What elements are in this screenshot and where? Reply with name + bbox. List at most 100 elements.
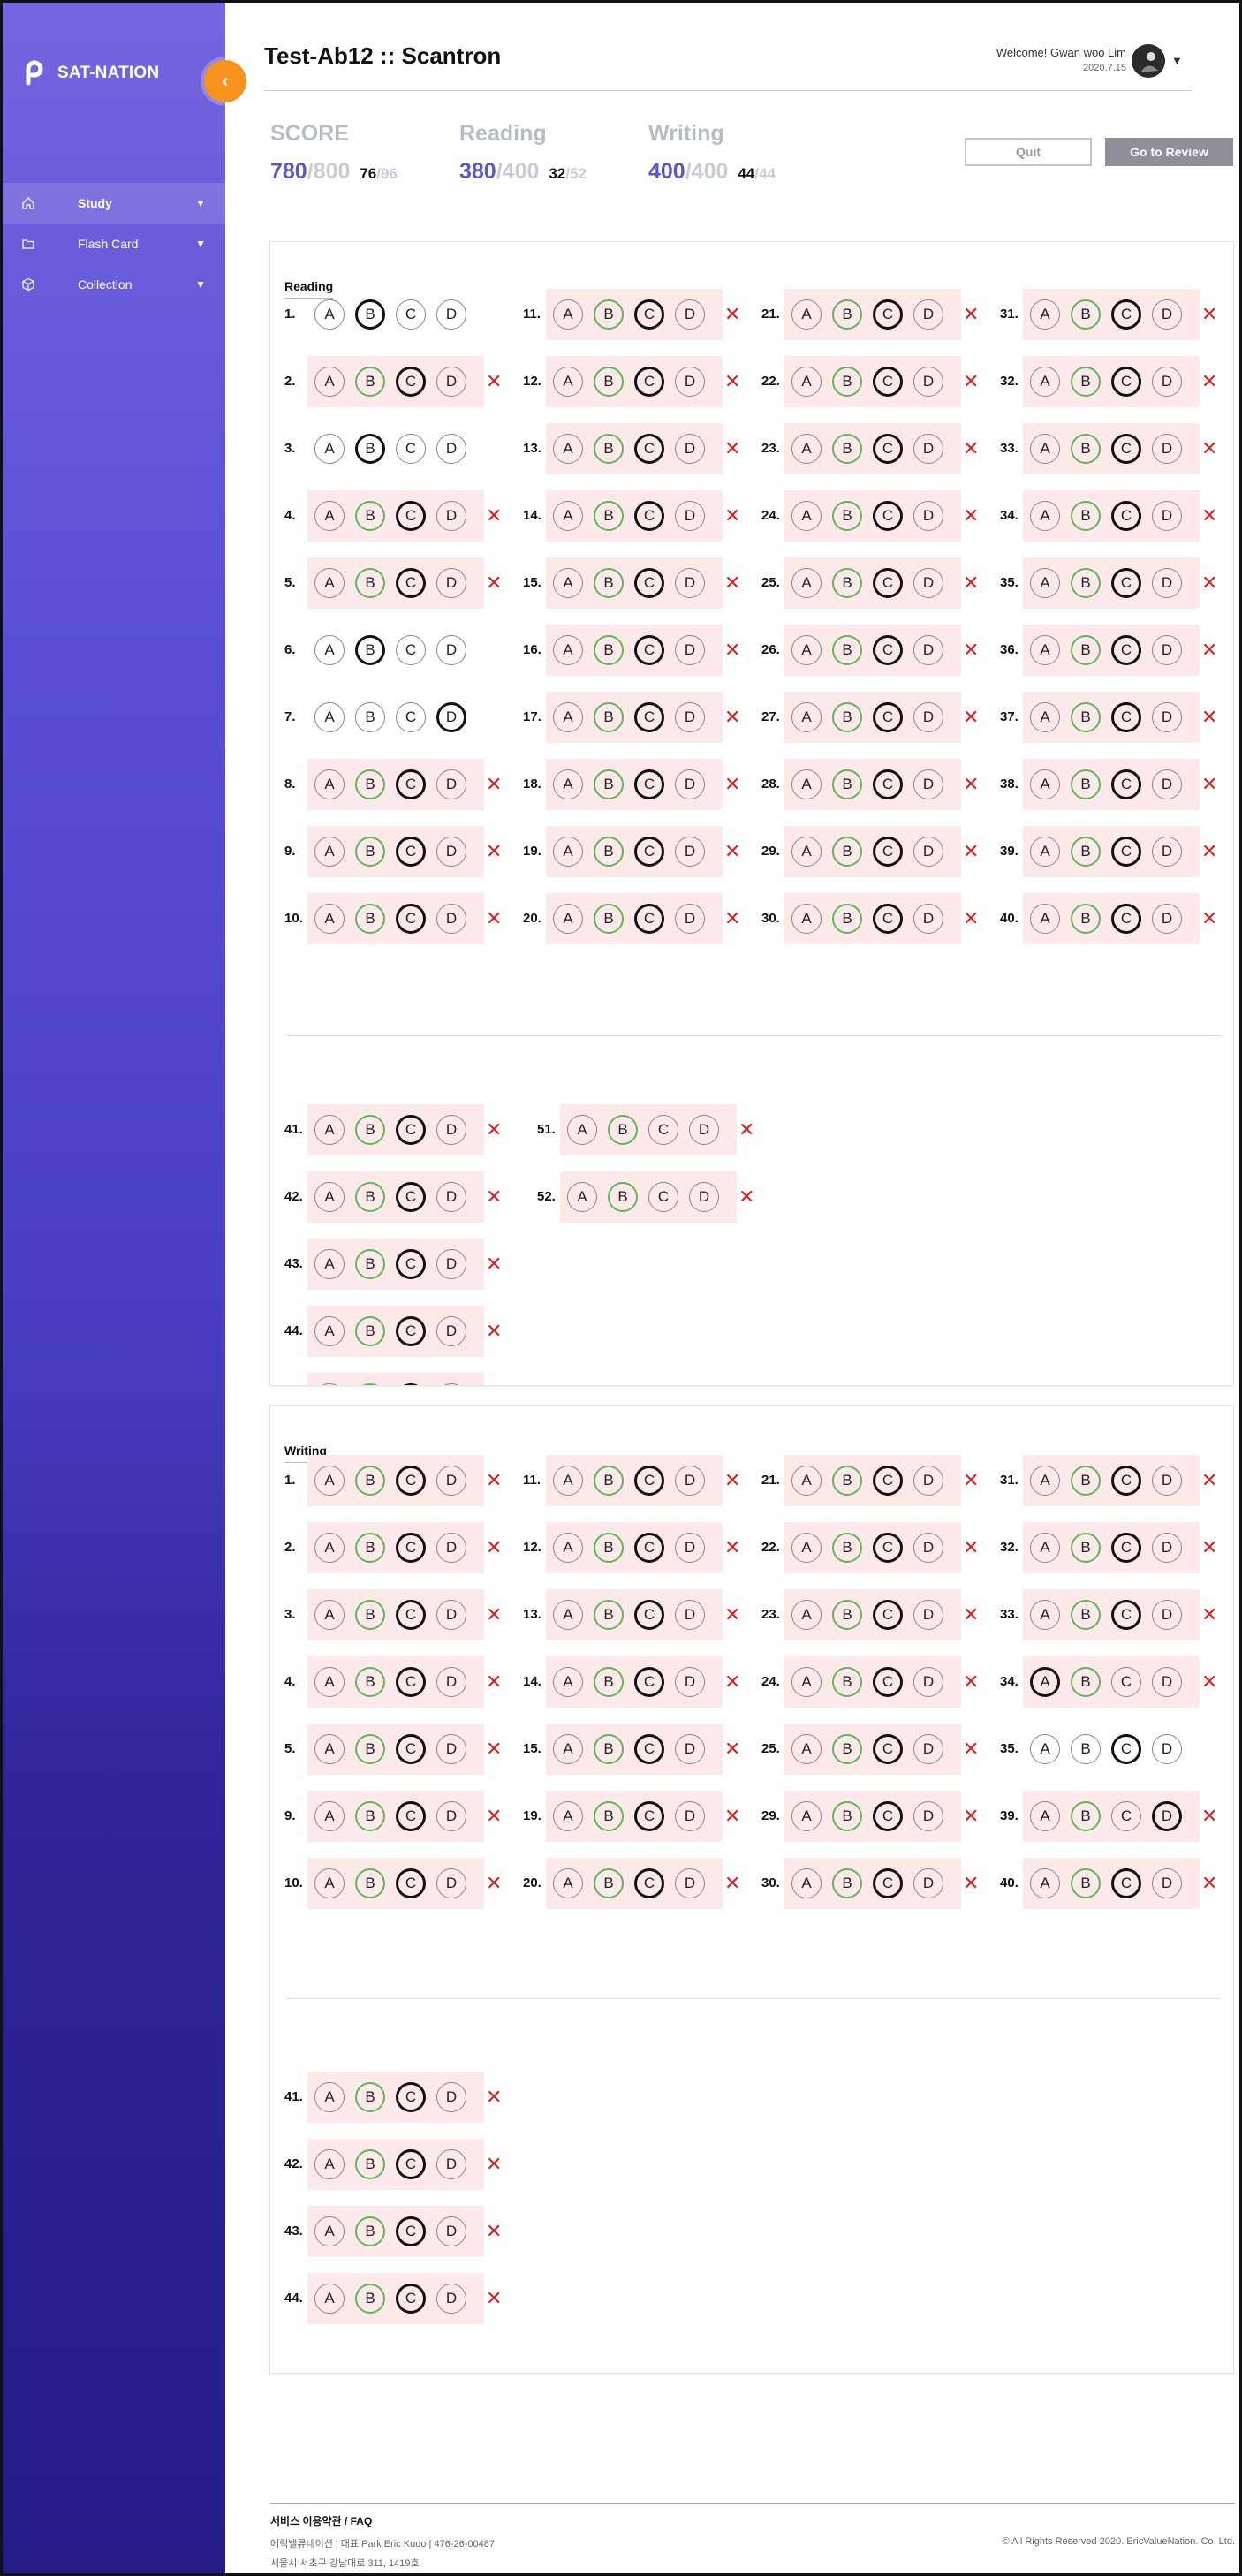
answer-bubble-a[interactable]: A (1030, 635, 1060, 665)
answer-bubble-b[interactable]: B (832, 501, 862, 531)
answer-bubble-b[interactable]: B (832, 1801, 862, 1831)
answer-bubble-c[interactable]: C (873, 702, 903, 732)
answer-bubble-d[interactable]: D (1152, 434, 1182, 464)
answer-bubble-b[interactable]: B (1071, 299, 1101, 330)
answer-bubble-a[interactable]: A (791, 1600, 822, 1630)
answer-bubble-d[interactable]: D (913, 1667, 943, 1697)
answer-bubble-b[interactable]: B (832, 904, 862, 934)
answer-bubble-c[interactable]: C (634, 1667, 664, 1697)
answer-bubble-c[interactable]: C (396, 1667, 426, 1697)
answer-bubble-c[interactable]: C (1111, 568, 1141, 598)
answer-bubble-d[interactable]: D (1152, 1868, 1182, 1898)
answer-bubble-d[interactable]: D (436, 702, 466, 732)
answer-bubble-d[interactable]: D (436, 1249, 466, 1279)
answer-bubble-b[interactable]: B (832, 367, 862, 397)
answer-bubble-c[interactable]: C (1111, 635, 1141, 665)
answer-bubble-d[interactable]: D (913, 1801, 943, 1831)
answer-bubble-c[interactable]: C (648, 1115, 678, 1145)
answer-bubble-d[interactable]: D (1152, 1801, 1182, 1831)
answer-bubble-b[interactable]: B (355, 635, 385, 665)
answer-bubble-a[interactable]: A (553, 904, 583, 934)
answer-bubble-b[interactable]: B (594, 702, 624, 732)
answer-bubble-c[interactable]: C (873, 837, 903, 867)
answer-bubble-b[interactable]: B (832, 434, 862, 464)
answer-bubble-a[interactable]: A (791, 1667, 822, 1697)
answer-bubble-d[interactable]: D (913, 1533, 943, 1563)
answer-bubble-d[interactable]: D (436, 635, 466, 665)
answer-bubble-d[interactable]: D (675, 837, 705, 867)
answer-bubble-a[interactable]: A (567, 1115, 597, 1145)
answer-bubble-b[interactable]: B (594, 1667, 624, 1697)
answer-bubble-a[interactable]: A (791, 299, 822, 330)
answer-bubble-d[interactable]: D (436, 1316, 466, 1346)
answer-bubble-b[interactable]: B (355, 1533, 385, 1563)
answer-bubble-c[interactable]: C (873, 299, 903, 330)
answer-bubble-c[interactable]: C (634, 702, 664, 732)
answer-bubble-a[interactable]: A (1030, 837, 1060, 867)
answer-bubble-c[interactable]: C (634, 1600, 664, 1630)
answer-bubble-a[interactable]: A (553, 1868, 583, 1898)
answer-bubble-a[interactable]: A (553, 367, 583, 397)
answer-bubble-d[interactable]: D (675, 367, 705, 397)
answer-bubble-a[interactable]: A (314, 1667, 345, 1697)
answer-bubble-a[interactable]: A (314, 1734, 345, 1764)
answer-bubble-b[interactable]: B (594, 904, 624, 934)
answer-bubble-c[interactable]: C (873, 434, 903, 464)
answer-bubble-a[interactable]: A (314, 1466, 345, 1496)
answer-bubble-c[interactable]: C (634, 1466, 664, 1496)
answer-bubble-a[interactable]: A (314, 769, 345, 799)
answer-bubble-a[interactable]: A (791, 1734, 822, 1764)
answer-bubble-c[interactable]: C (1111, 501, 1141, 531)
avatar[interactable] (1132, 44, 1165, 78)
footer-links[interactable]: 서비스 이용약관 / FAQ (270, 2513, 1235, 2528)
answer-bubble-c[interactable]: C (873, 635, 903, 665)
answer-bubble-a[interactable]: A (1030, 1801, 1060, 1831)
answer-bubble-b[interactable]: B (355, 1383, 385, 1385)
answer-bubble-b[interactable]: B (1071, 904, 1101, 934)
answer-bubble-d[interactable]: D (436, 1383, 466, 1385)
answer-bubble-b[interactable]: B (594, 501, 624, 531)
answer-bubble-a[interactable]: A (1030, 769, 1060, 799)
answer-bubble-b[interactable]: B (832, 1600, 862, 1630)
answer-bubble-c[interactable]: C (396, 2149, 426, 2179)
answer-bubble-b[interactable]: B (1071, 367, 1101, 397)
sidebar-item-flash-card[interactable]: Flash Card ▼ (3, 224, 225, 264)
answer-bubble-b[interactable]: B (355, 702, 385, 732)
answer-bubble-c[interactable]: C (1111, 367, 1141, 397)
answer-bubble-a[interactable]: A (791, 501, 822, 531)
answer-bubble-d[interactable]: D (436, 1801, 466, 1831)
answer-bubble-a[interactable]: A (791, 837, 822, 867)
answer-bubble-a[interactable]: A (314, 2216, 345, 2246)
answer-bubble-d[interactable]: D (675, 501, 705, 531)
answer-bubble-c[interactable]: C (634, 434, 664, 464)
answer-bubble-d[interactable]: D (1152, 568, 1182, 598)
answer-bubble-d[interactable]: D (1152, 1466, 1182, 1496)
answer-bubble-b[interactable]: B (608, 1115, 638, 1145)
answer-bubble-c[interactable]: C (1111, 1600, 1141, 1630)
answer-bubble-d[interactable]: D (1152, 1600, 1182, 1630)
answer-bubble-b[interactable]: B (832, 299, 862, 330)
answer-bubble-c[interactable]: C (648, 1182, 678, 1212)
answer-bubble-d[interactable]: D (1152, 1667, 1182, 1697)
answer-bubble-c[interactable]: C (873, 1466, 903, 1496)
answer-bubble-a[interactable]: A (553, 769, 583, 799)
answer-bubble-c[interactable]: C (1111, 299, 1141, 330)
answer-bubble-a[interactable]: A (791, 1533, 822, 1563)
answer-bubble-d[interactable]: D (1152, 837, 1182, 867)
answer-bubble-d[interactable]: D (436, 837, 466, 867)
answer-bubble-d[interactable]: D (913, 568, 943, 598)
answer-bubble-d[interactable]: D (1152, 1533, 1182, 1563)
answer-bubble-a[interactable]: A (791, 769, 822, 799)
answer-bubble-d[interactable]: D (913, 837, 943, 867)
answer-bubble-c[interactable]: C (873, 1801, 903, 1831)
answer-bubble-b[interactable]: B (355, 1316, 385, 1346)
answer-bubble-d[interactable]: D (436, 1868, 466, 1898)
answer-bubble-a[interactable]: A (553, 568, 583, 598)
answer-bubble-b[interactable]: B (355, 299, 385, 330)
answer-bubble-b[interactable]: B (355, 1600, 385, 1630)
answer-bubble-d[interactable]: D (913, 434, 943, 464)
answer-bubble-c[interactable]: C (396, 1600, 426, 1630)
answer-bubble-b[interactable]: B (355, 501, 385, 531)
answer-bubble-a[interactable]: A (553, 1533, 583, 1563)
answer-bubble-b[interactable]: B (355, 1182, 385, 1212)
